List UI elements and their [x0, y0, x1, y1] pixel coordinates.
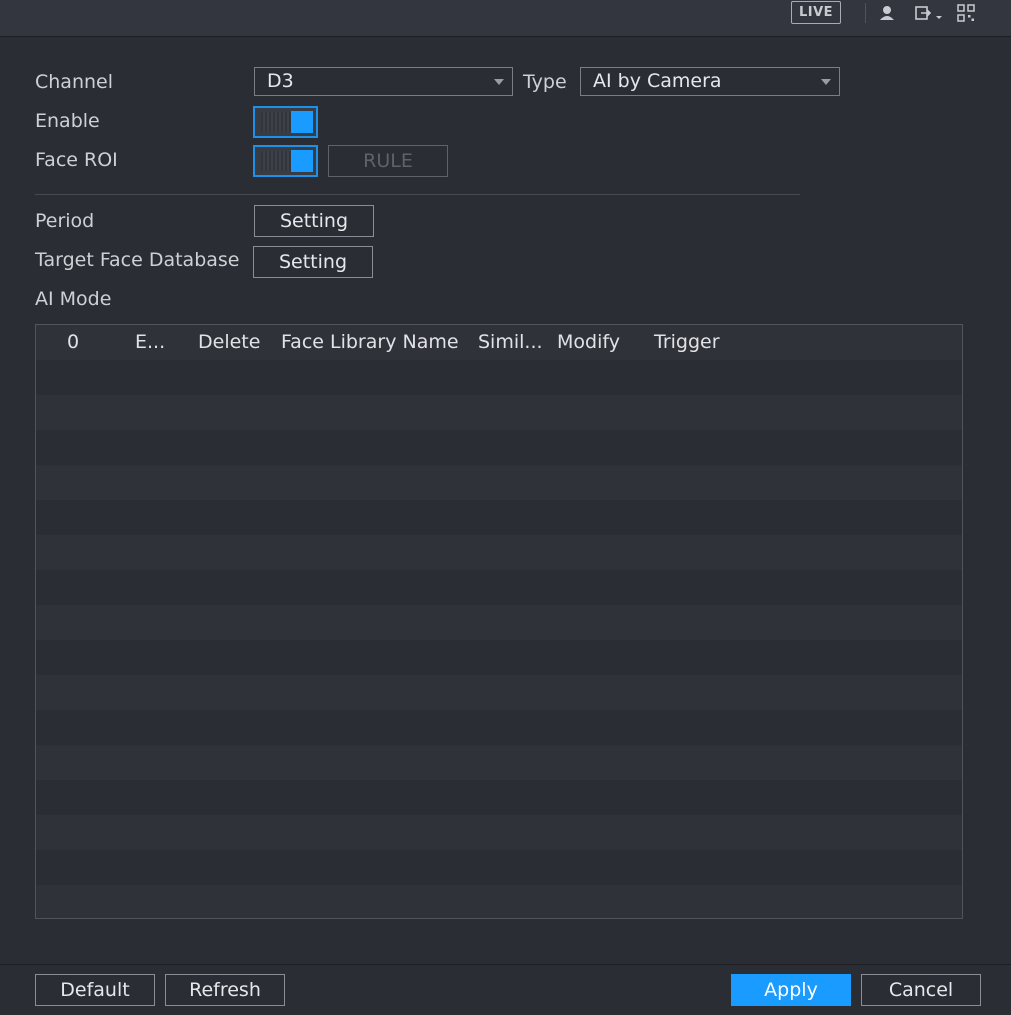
enable-toggle[interactable] [253, 106, 318, 138]
period-setting-button[interactable]: Setting [254, 205, 374, 237]
table-row [36, 605, 962, 640]
column-header-select-all[interactable]: 0 [67, 329, 79, 355]
refresh-button[interactable]: Refresh [165, 974, 285, 1006]
face-roi-toggle[interactable] [253, 145, 318, 177]
table-header: 0 E... Delete Face Library Name Simil...… [36, 325, 962, 361]
logout-icon[interactable] [914, 3, 944, 23]
column-header-similarity: Simil... [478, 331, 543, 353]
table-row [36, 815, 962, 850]
table-row [36, 745, 962, 780]
table-row [36, 395, 962, 430]
toggle-track [261, 151, 291, 171]
table-row [36, 465, 962, 500]
table-row [36, 710, 962, 745]
target-face-database-label: Target Face Database [35, 249, 240, 271]
table-row [36, 360, 962, 395]
rule-button[interactable]: RULE [328, 145, 448, 177]
toggle-knob [291, 111, 313, 133]
channel-select[interactable]: D3 [254, 67, 513, 96]
type-select[interactable]: AI by Camera [580, 67, 840, 96]
type-label: Type [523, 71, 567, 93]
face-library-table: 0 E... Delete Face Library Name Simil...… [35, 324, 963, 919]
table-row [36, 640, 962, 675]
enable-label: Enable [35, 110, 100, 132]
channel-label: Channel [35, 71, 114, 93]
qr-code-icon[interactable] [956, 3, 976, 23]
face-roi-label: Face ROI [35, 149, 118, 171]
table-row [36, 780, 962, 815]
channel-value: D3 [267, 70, 294, 92]
section-divider [35, 194, 800, 195]
table-row [36, 535, 962, 570]
table-row [36, 675, 962, 710]
default-button[interactable]: Default [35, 974, 155, 1006]
chevron-down-icon [494, 79, 504, 85]
column-header-face-library-name: Face Library Name [281, 331, 459, 353]
type-value: AI by Camera [593, 70, 722, 92]
toggle-knob [291, 150, 313, 172]
table-row [36, 500, 962, 535]
column-header-enable: E... [135, 331, 166, 353]
apply-button[interactable]: Apply [731, 974, 851, 1006]
table-row [36, 430, 962, 465]
chevron-down-icon [821, 79, 831, 85]
column-header-delete: Delete [198, 331, 261, 353]
table-row [36, 850, 962, 885]
top-bar: LIVE [0, 0, 1011, 37]
column-header-modify: Modify [557, 331, 620, 353]
user-icon[interactable] [877, 3, 897, 23]
cancel-button[interactable]: Cancel [861, 974, 981, 1006]
column-header-trigger: Trigger [654, 331, 720, 353]
period-label: Period [35, 210, 95, 232]
footer-divider [0, 964, 1011, 965]
table-row [36, 570, 962, 605]
toggle-track [261, 112, 291, 132]
table-row [36, 885, 962, 918]
ai-mode-label: AI Mode [35, 288, 112, 310]
live-button[interactable]: LIVE [791, 1, 841, 24]
target-face-database-setting-button[interactable]: Setting [253, 246, 373, 278]
toolbar-divider [865, 3, 866, 23]
